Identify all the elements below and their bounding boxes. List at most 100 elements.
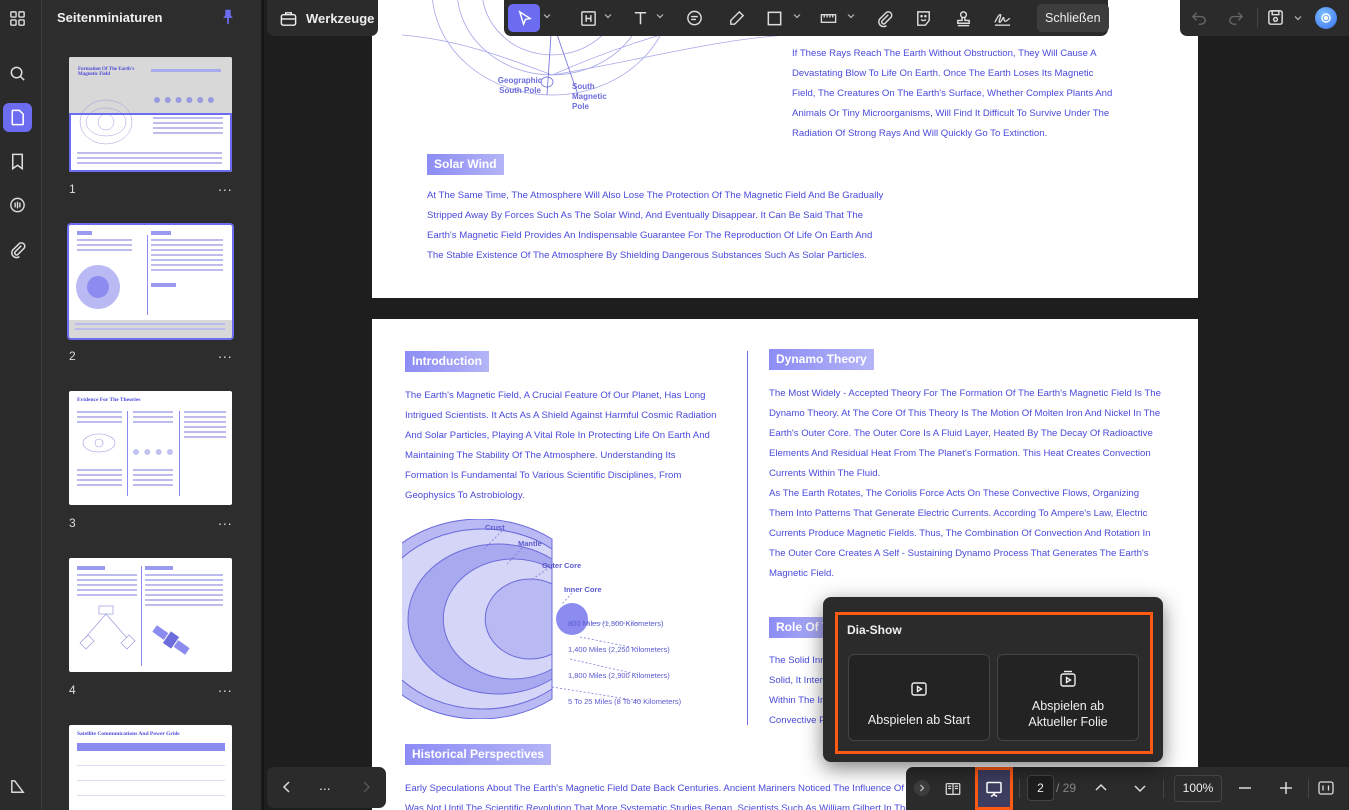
close-button[interactable]: Schließen xyxy=(1037,4,1109,32)
ruler-icon xyxy=(820,13,836,23)
select-tool-button[interactable] xyxy=(508,4,540,32)
text-box-icon xyxy=(580,10,596,26)
depth-label: 5 To 25 Miles (8 To 40 Kilometers) xyxy=(568,697,682,706)
intro-heading: Introduction xyxy=(405,351,489,372)
comment-tool-button[interactable] xyxy=(680,4,708,32)
depth-label: 800 Miles (1,300 Kilometers) xyxy=(568,619,664,628)
shape-tool-button[interactable] xyxy=(760,4,788,32)
comments-icon[interactable] xyxy=(3,191,32,220)
role-line: Convective F xyxy=(769,715,825,726)
layer-label-mantle: Mantle xyxy=(518,539,542,548)
undo-icon[interactable] xyxy=(1190,8,1209,27)
rays-paragraph: If These Rays Reach The Earth Without Ob… xyxy=(792,48,1113,139)
page-number-input[interactable]: 2 xyxy=(1027,775,1054,801)
pin-icon[interactable] xyxy=(219,8,237,26)
chevron-up-icon[interactable] xyxy=(1093,780,1109,796)
play-from-current-label: Abspielen ab xyxy=(1031,699,1105,713)
app-window: Seitenminiaturen Formation Of The Earth'… xyxy=(0,0,1349,810)
measure-tool-button[interactable] xyxy=(814,4,842,32)
divider xyxy=(1308,779,1309,798)
chevron-right-icon xyxy=(920,784,925,792)
reading-mode-button[interactable] xyxy=(942,775,964,802)
play-from-current-button[interactable]: Abspielen ab Aktueller Folie xyxy=(997,654,1139,741)
pages-icon[interactable] xyxy=(3,103,32,132)
bookmark-icon[interactable] xyxy=(3,147,32,176)
history-line: Was Not Until The Scientific Revolution … xyxy=(405,803,932,810)
dynamo-paragraph-2: As The Earth Rotates, The Coriolis Force… xyxy=(769,488,1151,579)
solar-wind-heading: Solar Wind xyxy=(427,154,504,175)
slideshow-button[interactable] xyxy=(975,767,1013,810)
history-line: Early Speculations About The Earth's Mag… xyxy=(405,783,918,794)
thumb-number: 4 xyxy=(69,683,76,697)
history-heading: Historical Perspectives xyxy=(405,744,552,765)
solar-wind-paragraph: At The Same Time, The Atmosphere Will Al… xyxy=(427,190,884,261)
page-total: / 29 xyxy=(1056,781,1077,795)
page-thumbnail-5[interactable]: Satellite Communications And Power Grids xyxy=(69,725,232,810)
thumb-more-button[interactable]: ... xyxy=(218,345,233,361)
dynamo-heading: Dynamo Theory xyxy=(769,349,874,370)
comment-icon xyxy=(686,10,702,25)
paperclip-icon xyxy=(877,10,892,27)
play-from-start-label: Abspielen ab Start xyxy=(867,713,971,727)
zoom-in-icon[interactable] xyxy=(1278,780,1294,796)
more-options-button[interactable]: ... xyxy=(319,777,331,793)
bottom-toolbar: 2 / 29 100% xyxy=(906,767,1349,810)
highlight-tool-button[interactable] xyxy=(574,4,602,32)
zoom-level[interactable]: 100% xyxy=(1174,775,1222,802)
rectangle-icon xyxy=(767,11,781,25)
chevron-left-icon[interactable] xyxy=(279,779,295,795)
page-thumbnail-1[interactable]: Formation Of The Earth's Magnetic Field xyxy=(69,57,232,172)
left-icon-rail xyxy=(0,0,42,810)
chevron-down-icon[interactable] xyxy=(793,12,801,20)
text-tool-button[interactable] xyxy=(626,4,654,32)
sticker-tool-button[interactable] xyxy=(909,4,937,32)
role-line: Solid, It Inter xyxy=(769,675,823,686)
chevron-right-icon[interactable] xyxy=(358,779,374,795)
book-icon xyxy=(945,782,961,795)
grid-icon[interactable] xyxy=(3,4,32,33)
cursor-icon xyxy=(517,9,532,26)
attachment-icon[interactable] xyxy=(3,235,32,264)
signature-tool-button[interactable] xyxy=(988,4,1016,32)
thumb-more-button[interactable]: ... xyxy=(218,178,233,194)
dynamo-paragraph: The Most Widely - Accepted Theory For Th… xyxy=(769,388,1161,479)
mag-pole-label: South Magnetic Pole xyxy=(572,82,607,111)
top-right-toolbar xyxy=(1180,0,1349,36)
chevron-down-icon[interactable] xyxy=(1294,14,1302,22)
intro-paragraph: The Earth's Magnetic Field, A Crucial Fe… xyxy=(405,390,717,501)
chevron-down-icon[interactable] xyxy=(1132,780,1148,796)
play-from-current-label-2: Aktueller Folie xyxy=(1028,715,1108,729)
actual-size-icon[interactable] xyxy=(1317,779,1335,797)
chevron-down-icon[interactable] xyxy=(847,12,855,20)
column-divider xyxy=(747,351,748,725)
page-thumbnail-4[interactable] xyxy=(69,558,232,672)
page-thumbnail-2[interactable] xyxy=(67,223,234,340)
text-icon xyxy=(634,11,646,24)
thumb-title: Evidence For The Theories xyxy=(77,397,141,403)
thumb-number: 3 xyxy=(69,516,76,530)
chevron-down-icon[interactable] xyxy=(604,12,612,20)
redo-icon[interactable] xyxy=(1226,8,1245,27)
chevron-down-icon[interactable] xyxy=(543,12,551,20)
stamp-tool-button[interactable] xyxy=(949,4,977,32)
layer-label-outer-core: Outer Core xyxy=(542,561,582,570)
collapse-button[interactable] xyxy=(914,780,930,796)
tools-menu-button[interactable]: Werkzeuge xyxy=(267,0,378,36)
ai-assistant-icon[interactable] xyxy=(1315,7,1337,29)
thumb-more-button[interactable]: ... xyxy=(218,512,233,528)
toolbox-icon xyxy=(280,11,297,26)
page-thumbnail-3[interactable]: Evidence For The Theories xyxy=(69,391,232,505)
slideshow-popup: Dia-Show Abspielen ab Start Abspielen ab… xyxy=(823,597,1163,762)
page-nav-bar: ... xyxy=(267,767,386,808)
layers-icon[interactable] xyxy=(3,772,32,801)
zoom-out-icon[interactable] xyxy=(1237,780,1253,796)
play-from-start-button[interactable]: Abspielen ab Start xyxy=(848,654,990,741)
search-icon[interactable] xyxy=(3,59,32,88)
save-icon[interactable] xyxy=(1266,8,1285,27)
attach-tool-button[interactable] xyxy=(870,4,898,32)
pencil-tool-button[interactable] xyxy=(722,4,750,32)
chevron-down-icon[interactable] xyxy=(656,12,664,20)
role-line: Within The In xyxy=(769,695,826,706)
annotation-toolbar: Schließen xyxy=(504,0,1109,36)
thumb-more-button[interactable]: ... xyxy=(218,679,233,695)
